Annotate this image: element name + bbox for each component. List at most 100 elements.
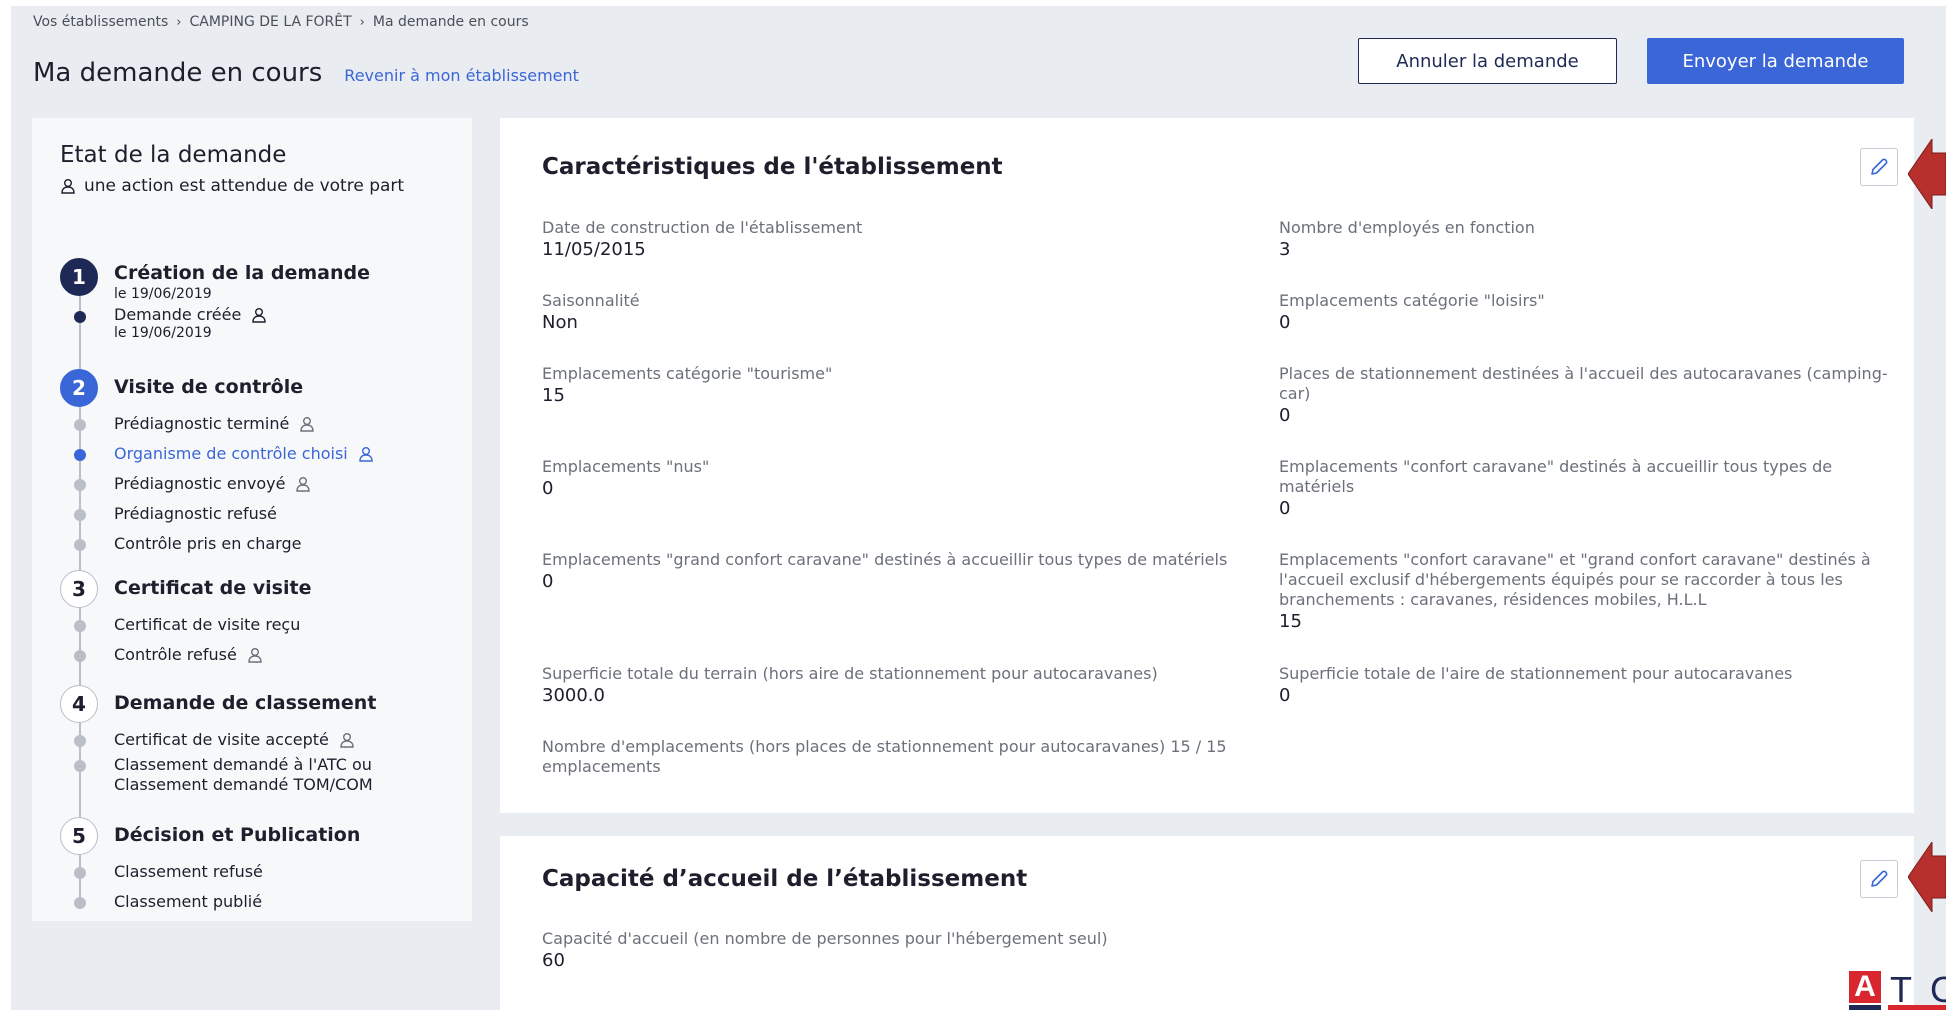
substep-label: Prédiagnostic terminé — [114, 414, 290, 433]
step-label: Certificat de visite — [114, 577, 312, 599]
substep-dot — [74, 479, 86, 491]
substep-dot — [74, 509, 86, 521]
substep-label: Classement publié — [114, 892, 263, 911]
capacity-card: Capacité d’accueil de l’établissement Ca… — [500, 836, 1914, 1010]
substep-label: Contrôle refusé — [114, 645, 237, 664]
field-value: 3000.0 — [542, 685, 605, 706]
substep-label-wrap: Contrôle refusé — [114, 645, 263, 664]
substep-label: Classement refusé — [114, 862, 263, 881]
field-label: Superficie totale du terrain (hors aire … — [542, 664, 1158, 683]
field-value: 11/05/2015 — [542, 239, 646, 260]
field-value: 15 — [542, 385, 565, 406]
substep-label-wrap: Demande créée — [114, 305, 267, 324]
field-label: Superficie totale de l'aire de stationne… — [1279, 664, 1793, 683]
edit-capacity-button[interactable] — [1860, 860, 1898, 898]
field-confort-caravane: Emplacements "confort caravane" destinés… — [1279, 457, 1889, 521]
user-icon — [340, 732, 354, 748]
step-number-badge: 5 — [60, 817, 98, 855]
field-value: 0 — [1279, 405, 1291, 426]
field-label: Date de construction de l'établissement — [542, 218, 863, 237]
field-places-autocaravanes: Places de stationnement destinées à l'ac… — [1279, 364, 1889, 428]
field-label: Saisonnalité — [542, 291, 640, 310]
field-label: Emplacements "grand confort caravane" de… — [542, 550, 1228, 569]
step-label: Visite de contrôle — [114, 376, 304, 398]
substep-dot — [74, 620, 86, 632]
atc-logo: A TC — [1847, 971, 1946, 1010]
field-date-construction: Date de construction de l'établissement … — [542, 218, 1242, 262]
field-label: Emplacements catégorie "tourisme" — [542, 364, 833, 383]
logo-stripe — [1849, 1005, 1946, 1010]
characteristics-card: Caractéristiques de l'établissement Date… — [500, 118, 1914, 813]
substep-dot — [74, 449, 86, 461]
field-grand-confort-caravane: Emplacements "grand confort caravane" de… — [542, 550, 1282, 594]
substep-dot — [74, 735, 86, 747]
breadcrumb-item-current: Ma demande en cours — [372, 14, 529, 30]
sidebar-title: Etat de la demande — [60, 142, 287, 168]
substep-label-wrap: Prédiagnostic terminé — [114, 414, 315, 433]
substep-label: Prédiagnostic refusé — [114, 504, 277, 523]
substep-date: le 19/06/2019 — [114, 325, 212, 341]
breadcrumb-item-camping[interactable]: CAMPING DE LA FORÊT — [189, 14, 351, 30]
field-value: Non — [542, 312, 578, 333]
substep-label-wrap: Certificat de visite accepté — [114, 730, 355, 749]
substep-label: Contrôle pris en charge — [114, 534, 302, 553]
substep-dot — [74, 867, 86, 879]
field-label: Emplacements "confort caravane" et "gran… — [1279, 550, 1871, 609]
user-icon — [296, 476, 311, 492]
field-nombre-employes: Nombre d'employés en fonction 3 — [1279, 218, 1889, 262]
substep-dot — [74, 897, 86, 909]
substep-label: Classement demandé à l'ATC ou Classement… — [114, 755, 373, 794]
step-label: Décision et Publication — [114, 824, 361, 846]
field-value: 0 — [542, 571, 554, 592]
field-superficie-terrain: Superficie totale du terrain (hors aire … — [542, 664, 1262, 708]
field-value: 0 — [1279, 498, 1291, 519]
field-label: Nombre d'employés en fonction — [1279, 218, 1535, 237]
edit-characteristics-button[interactable] — [1860, 148, 1898, 186]
substep-label: Prédiagnostic envoyé — [114, 474, 286, 493]
substep-dot — [74, 539, 86, 551]
send-request-button[interactable]: Envoyer la demande — [1647, 38, 1904, 84]
field-emplacements-loisirs: Emplacements catégorie "loisirs" 0 — [1279, 291, 1889, 335]
step-number-badge: 3 — [60, 570, 98, 608]
field-value: 0 — [542, 478, 554, 499]
field-nombre-emplacements: Nombre d'emplacements (hors places de st… — [542, 737, 1262, 777]
user-icon — [252, 307, 267, 323]
back-to-establishment-link[interactable]: Revenir à mon établissement — [344, 66, 579, 85]
field-value: 60 — [542, 950, 565, 971]
substep-dot — [74, 760, 86, 772]
substep-label: Certificat de visite reçu — [114, 615, 301, 634]
field-label: Capacité d'accueil (en nombre de personn… — [542, 929, 1108, 948]
title-row: Ma demande en cours Revenir à mon établi… — [33, 58, 579, 88]
request-status-sidebar: Etat de la demande une action est attend… — [32, 118, 472, 921]
field-emplacements-tourisme: Emplacements catégorie "tourisme" 15 — [542, 364, 1242, 408]
step-number-badge: 4 — [60, 685, 98, 723]
substep-label-wrap: Prédiagnostic envoyé — [114, 474, 311, 493]
step-number-badge: 2 — [60, 369, 98, 407]
breadcrumb-separator: › — [176, 14, 182, 30]
field-value: 15 — [1279, 611, 1302, 632]
cancel-request-button[interactable]: Annuler la demande — [1358, 38, 1617, 84]
field-capacite-accueil: Capacité d'accueil (en nombre de personn… — [542, 929, 1442, 973]
field-saisonnalite: Saisonnalité Non — [542, 291, 1242, 335]
sidebar-subtitle: une action est attendue de votre part — [60, 176, 404, 196]
field-value: 3 — [1279, 239, 1291, 260]
field-label: Emplacements "confort caravane" destinés… — [1279, 457, 1833, 496]
field-value: 0 — [1279, 312, 1291, 333]
page-title: Ma demande en cours — [33, 58, 323, 88]
breadcrumb-separator: › — [359, 14, 365, 30]
field-value: 0 — [1279, 685, 1291, 706]
step-label: Demande de classement — [114, 692, 377, 714]
step-label: Création de la demande — [114, 262, 370, 284]
sidebar-subtitle-text: une action est attendue de votre part — [84, 176, 405, 196]
substep-dot — [74, 311, 86, 323]
annotation-arrow-icon — [1908, 139, 1946, 209]
breadcrumb-item-establishments[interactable]: Vos établissements — [33, 14, 168, 30]
user-icon — [61, 179, 75, 194]
page: Vos établissements › CAMPING DE LA FORÊT… — [11, 6, 1946, 1010]
field-label: Nombre d'emplacements (hors places de st… — [542, 737, 1227, 776]
field-label: Emplacements catégorie "loisirs" — [1279, 291, 1545, 310]
substep-label-wrap: Organisme de contrôle choisi — [114, 444, 374, 463]
user-icon — [359, 446, 373, 462]
substep-dot — [74, 650, 86, 662]
field-superficie-aire-autocaravanes: Superficie totale de l'aire de stationne… — [1279, 664, 1889, 708]
